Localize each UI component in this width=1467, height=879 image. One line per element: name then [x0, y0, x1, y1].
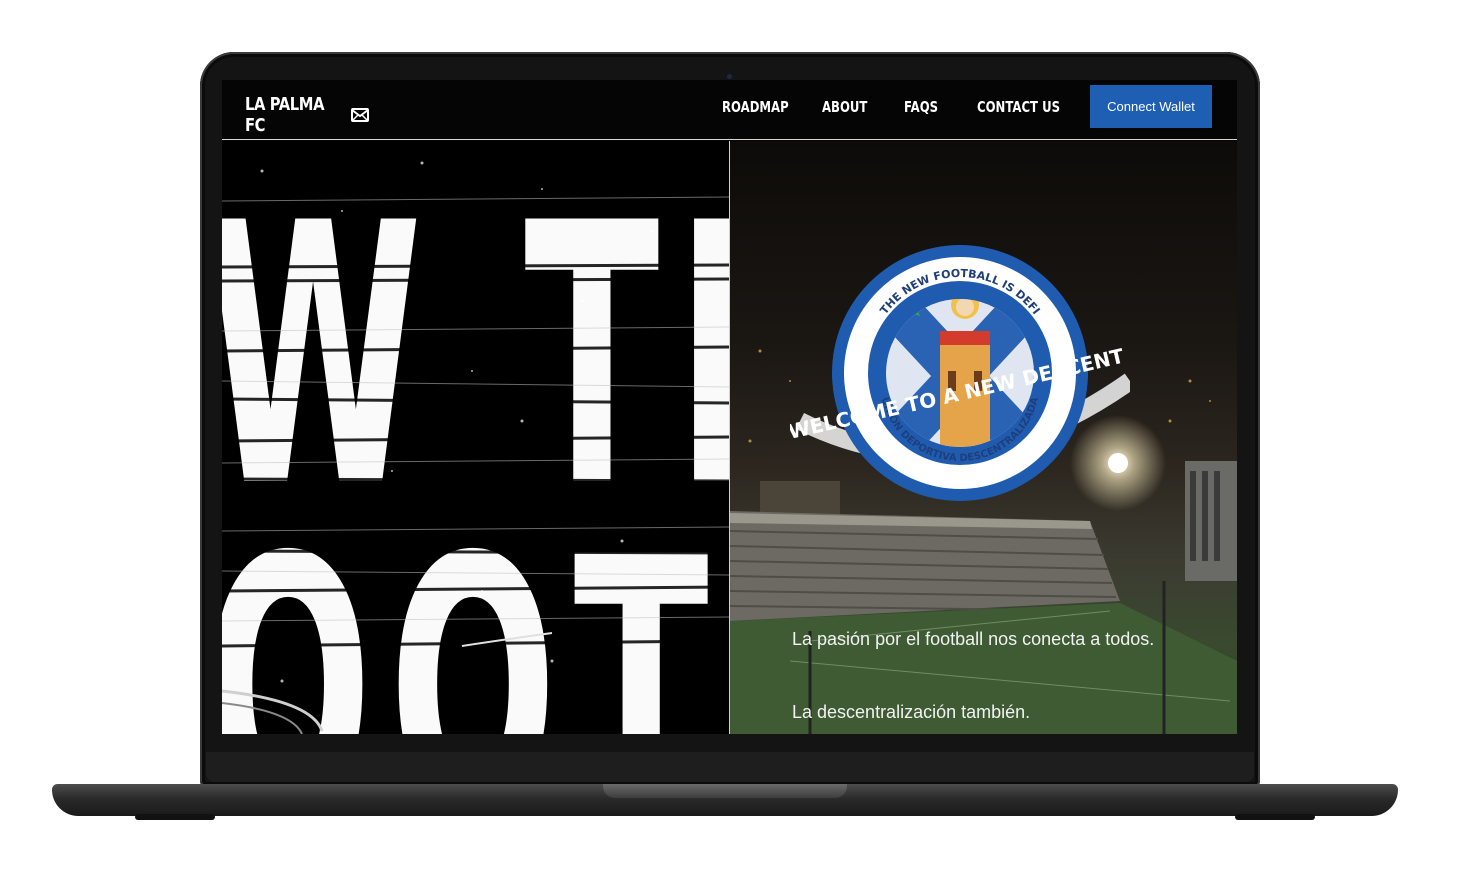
- laptop-foot-right: [1235, 814, 1315, 820]
- nav-about[interactable]: ABOUT: [822, 98, 867, 116]
- laptop-notch: [603, 784, 847, 798]
- glitch-noise-overlay: [222, 161, 729, 734]
- laptop-chin: [206, 752, 1254, 782]
- glitch-panel: W TH OOTE: [222, 141, 729, 734]
- laptop-foot-left: [135, 814, 215, 820]
- nav-roadmap[interactable]: ROADMAP: [722, 98, 789, 116]
- hero-tagline-1: La pasión por el football nos conecta a …: [792, 629, 1155, 649]
- brand-name: LA PALMA FC: [245, 94, 325, 136]
- top-nav: LA PALMA FC ROADMAP ABOUT FAQS CONTACT U…: [222, 80, 1237, 140]
- envelope-icon: [351, 108, 369, 122]
- club-badge: THE NEW FOOTBALL IS DEFI UNIÓN DEPORTIVA…: [790, 221, 1130, 501]
- laptop-screen: LA PALMA FC ROADMAP ABOUT FAQS CONTACT U…: [222, 80, 1237, 734]
- nav-faqs[interactable]: FAQS: [904, 98, 938, 116]
- brand[interactable]: LA PALMA FC: [245, 94, 369, 136]
- stadium-panel: THE NEW FOOTBALL IS DEFI UNIÓN DEPORTIVA…: [730, 141, 1237, 734]
- nav-contact-us[interactable]: CONTACT US: [977, 98, 1060, 116]
- connect-wallet-button[interactable]: Connect Wallet: [1090, 85, 1212, 128]
- camera-dot: [727, 74, 732, 79]
- hero-tagline-2: La descentralización también.: [792, 702, 1031, 722]
